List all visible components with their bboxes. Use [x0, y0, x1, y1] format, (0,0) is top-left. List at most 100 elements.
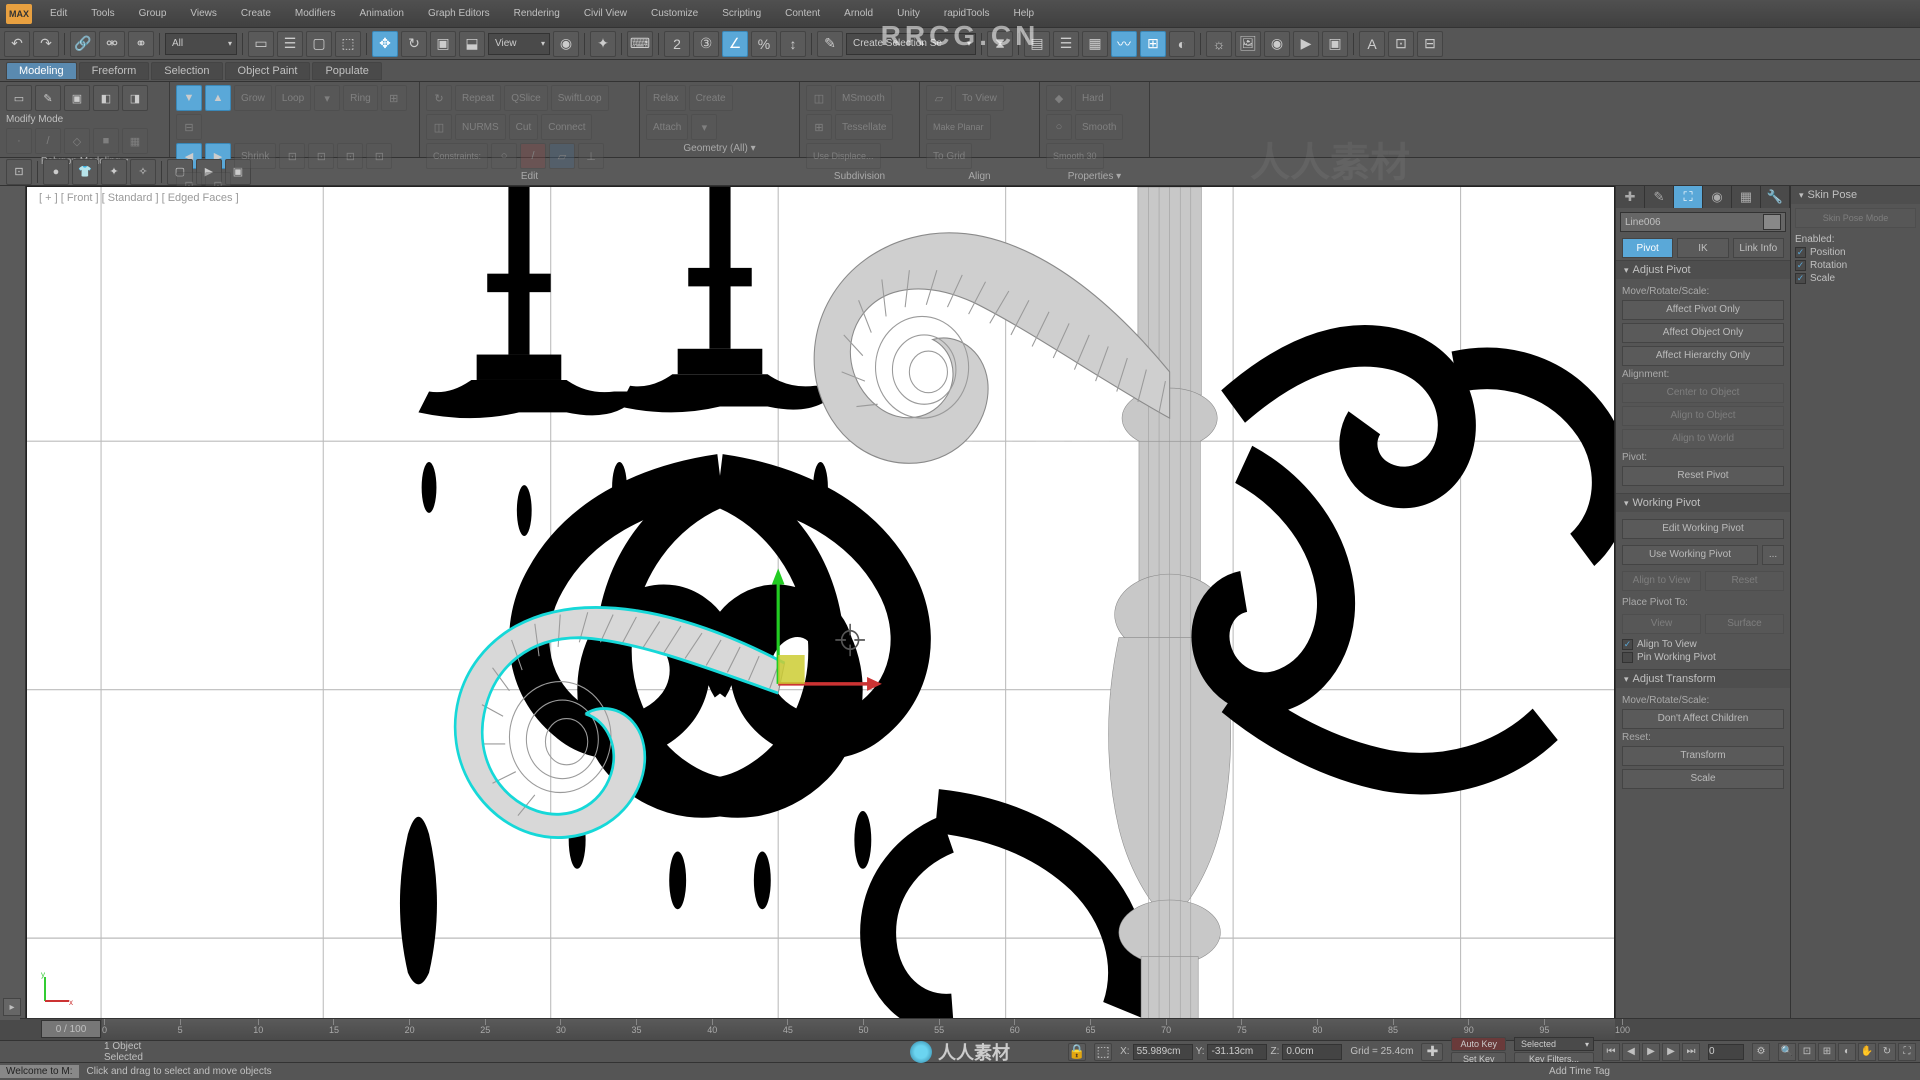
- cmd-tab-modify[interactable]: ✎: [1645, 186, 1674, 208]
- bind-button[interactable]: ⚭: [128, 31, 154, 57]
- cmd-tab-hierarchy[interactable]: ⛶: [1674, 186, 1703, 208]
- nurms-button[interactable]: NURMS: [455, 114, 506, 140]
- poly-ribbon-btn-2[interactable]: ✎: [35, 85, 61, 111]
- make-planar-button[interactable]: Make Planar: [926, 114, 991, 140]
- open-autodesk-button[interactable]: A: [1359, 31, 1385, 57]
- pan-button[interactable]: ✋: [1858, 1043, 1876, 1061]
- connect-button[interactable]: Connect: [541, 114, 592, 140]
- keyboard-shortcut-toggle[interactable]: ⌨: [627, 31, 653, 57]
- sel-btn-b[interactable]: ⊟: [176, 114, 202, 140]
- select-move-button[interactable]: ✥: [372, 31, 398, 57]
- reset-scale-button[interactable]: Scale: [1622, 769, 1784, 789]
- working-pivot-rollout[interactable]: ▾Working Pivot: [1616, 494, 1790, 512]
- constr-normal[interactable]: ⊥: [578, 143, 604, 169]
- pin-wp-checkbox[interactable]: Pin Working Pivot: [1622, 652, 1784, 663]
- maxscript-mini-listener[interactable]: Welcome to M:: [0, 1065, 79, 1078]
- pivot-tab[interactable]: Pivot: [1622, 238, 1673, 258]
- time-slider[interactable]: 0 / 100: [41, 1020, 101, 1038]
- tessellate-icon[interactable]: ⊞: [806, 114, 832, 140]
- viewport[interactable]: [ + ] [ Front ] [ Standard ] [ Edged Fac…: [26, 186, 1615, 1020]
- subobj-border[interactable]: ◇: [64, 128, 90, 154]
- schematic-button[interactable]: ⊞: [1140, 31, 1166, 57]
- place-view-button[interactable]: View: [1622, 614, 1701, 634]
- swiftloop-button[interactable]: SwiftLoop: [551, 85, 609, 111]
- orbit-button[interactable]: ↻: [1878, 1043, 1896, 1061]
- isolate-icon[interactable]: 🔒: [1068, 1043, 1086, 1061]
- relax-button[interactable]: Relax: [646, 85, 686, 111]
- z-coord-input[interactable]: [1282, 1044, 1342, 1060]
- toggle-ribbon-button[interactable]: ▦: [1082, 31, 1108, 57]
- to-view-button[interactable]: To View: [955, 85, 1004, 111]
- goto-start-button[interactable]: ⏮: [1602, 1043, 1620, 1061]
- sel-d[interactable]: ⊡: [308, 143, 334, 169]
- menu-edit[interactable]: Edit: [38, 4, 79, 23]
- time-config-button[interactable]: ⚙: [1752, 1043, 1770, 1061]
- menu-customize[interactable]: Customize: [639, 4, 710, 23]
- grow-button[interactable]: Grow: [234, 85, 272, 111]
- zoom-extents-button[interactable]: ⊞: [1818, 1043, 1836, 1061]
- selection-filter[interactable]: All: [165, 33, 237, 55]
- expand-button[interactable]: ▸: [3, 998, 21, 1016]
- tool-c[interactable]: 👕: [72, 159, 98, 185]
- repeat-button[interactable]: Repeat: [455, 85, 501, 111]
- make-planar-icon[interactable]: ▱: [926, 85, 952, 111]
- menu-group[interactable]: Group: [127, 4, 179, 23]
- lock-icon[interactable]: ⬚: [1094, 1043, 1112, 1061]
- select-by-name-button[interactable]: ☰: [277, 31, 303, 57]
- reset-pivot-button[interactable]: Reset Pivot: [1622, 466, 1784, 486]
- select-rotate-button[interactable]: ↻: [401, 31, 427, 57]
- tool-e[interactable]: ✧: [130, 159, 156, 185]
- modify-sel-2[interactable]: ▲: [205, 85, 231, 111]
- affect-object-only-button[interactable]: Affect Object Only: [1622, 323, 1784, 343]
- subobj-element[interactable]: ▦: [122, 128, 148, 154]
- loop-button[interactable]: Loop: [275, 85, 311, 111]
- percent-snap-button[interactable]: %: [751, 31, 777, 57]
- material-editor-button[interactable]: ◐: [1169, 31, 1195, 57]
- hard-button[interactable]: Hard: [1075, 85, 1111, 111]
- affect-pivot-only-button[interactable]: Affect Pivot Only: [1622, 300, 1784, 320]
- undo-button[interactable]: ↶: [4, 31, 30, 57]
- link-button[interactable]: 🔗: [70, 31, 96, 57]
- sel-c[interactable]: ⊡: [279, 143, 305, 169]
- next-frame-button[interactable]: ▶: [1662, 1043, 1680, 1061]
- prev-frame-button[interactable]: ◀: [1622, 1043, 1640, 1061]
- align-to-view-checkbox[interactable]: ✓Align To View: [1622, 639, 1784, 650]
- menu-arnold[interactable]: Arnold: [832, 4, 885, 23]
- cmd-tab-motion[interactable]: ◉: [1703, 186, 1732, 208]
- align-view-button[interactable]: Align to View: [1622, 571, 1701, 591]
- auto-key-button[interactable]: Auto Key: [1451, 1037, 1506, 1051]
- cut-button[interactable]: Cut: [509, 114, 539, 140]
- select-place-button[interactable]: ⬓: [459, 31, 485, 57]
- menu-unity[interactable]: Unity: [885, 4, 932, 23]
- timeline[interactable]: 0 / 100 05101520253035404550556065707580…: [20, 1018, 1920, 1040]
- ring-button[interactable]: Ring: [343, 85, 378, 111]
- use-working-pivot-button[interactable]: Use Working Pivot: [1622, 545, 1758, 565]
- menu-create[interactable]: Create: [229, 4, 283, 23]
- edit-working-pivot-button[interactable]: Edit Working Pivot: [1622, 519, 1784, 539]
- menu-help[interactable]: Help: [1001, 4, 1046, 23]
- menu-rendering[interactable]: Rendering: [502, 4, 572, 23]
- add-time-tag[interactable]: Add Time Tag: [1549, 1066, 1610, 1077]
- constr-edge[interactable]: /: [520, 143, 546, 169]
- add-keys-button[interactable]: ✚: [1421, 1043, 1443, 1061]
- menu-content[interactable]: Content: [773, 4, 832, 23]
- use-pivot-center-button[interactable]: ◉: [553, 31, 579, 57]
- zoom-all-button[interactable]: ⊡: [1798, 1043, 1816, 1061]
- window-crossing-button[interactable]: ⬚: [335, 31, 361, 57]
- smooth-button[interactable]: Smooth: [1075, 114, 1123, 140]
- smooth30-button[interactable]: Smooth 30: [1046, 143, 1104, 169]
- menu-views[interactable]: Views: [178, 4, 229, 23]
- snaps-3d-button[interactable]: ③: [693, 31, 719, 57]
- x-coord-input[interactable]: [1133, 1044, 1193, 1060]
- nurms-icon[interactable]: ◫: [426, 114, 452, 140]
- sel-btn-a[interactable]: ⊞: [381, 85, 407, 111]
- subobj-vertex[interactable]: ·: [6, 128, 32, 154]
- attach-opt[interactable]: ▾: [691, 114, 717, 140]
- tool-a[interactable]: ⊡: [6, 159, 32, 185]
- constr-face[interactable]: ▱: [549, 143, 575, 169]
- menu-graph-editors[interactable]: Graph Editors: [416, 4, 502, 23]
- qslice-button[interactable]: QSlice: [504, 85, 547, 111]
- subobj-polygon[interactable]: ■: [93, 128, 119, 154]
- sel-f[interactable]: ⊡: [366, 143, 392, 169]
- mirror-button[interactable]: ⧗: [987, 31, 1013, 57]
